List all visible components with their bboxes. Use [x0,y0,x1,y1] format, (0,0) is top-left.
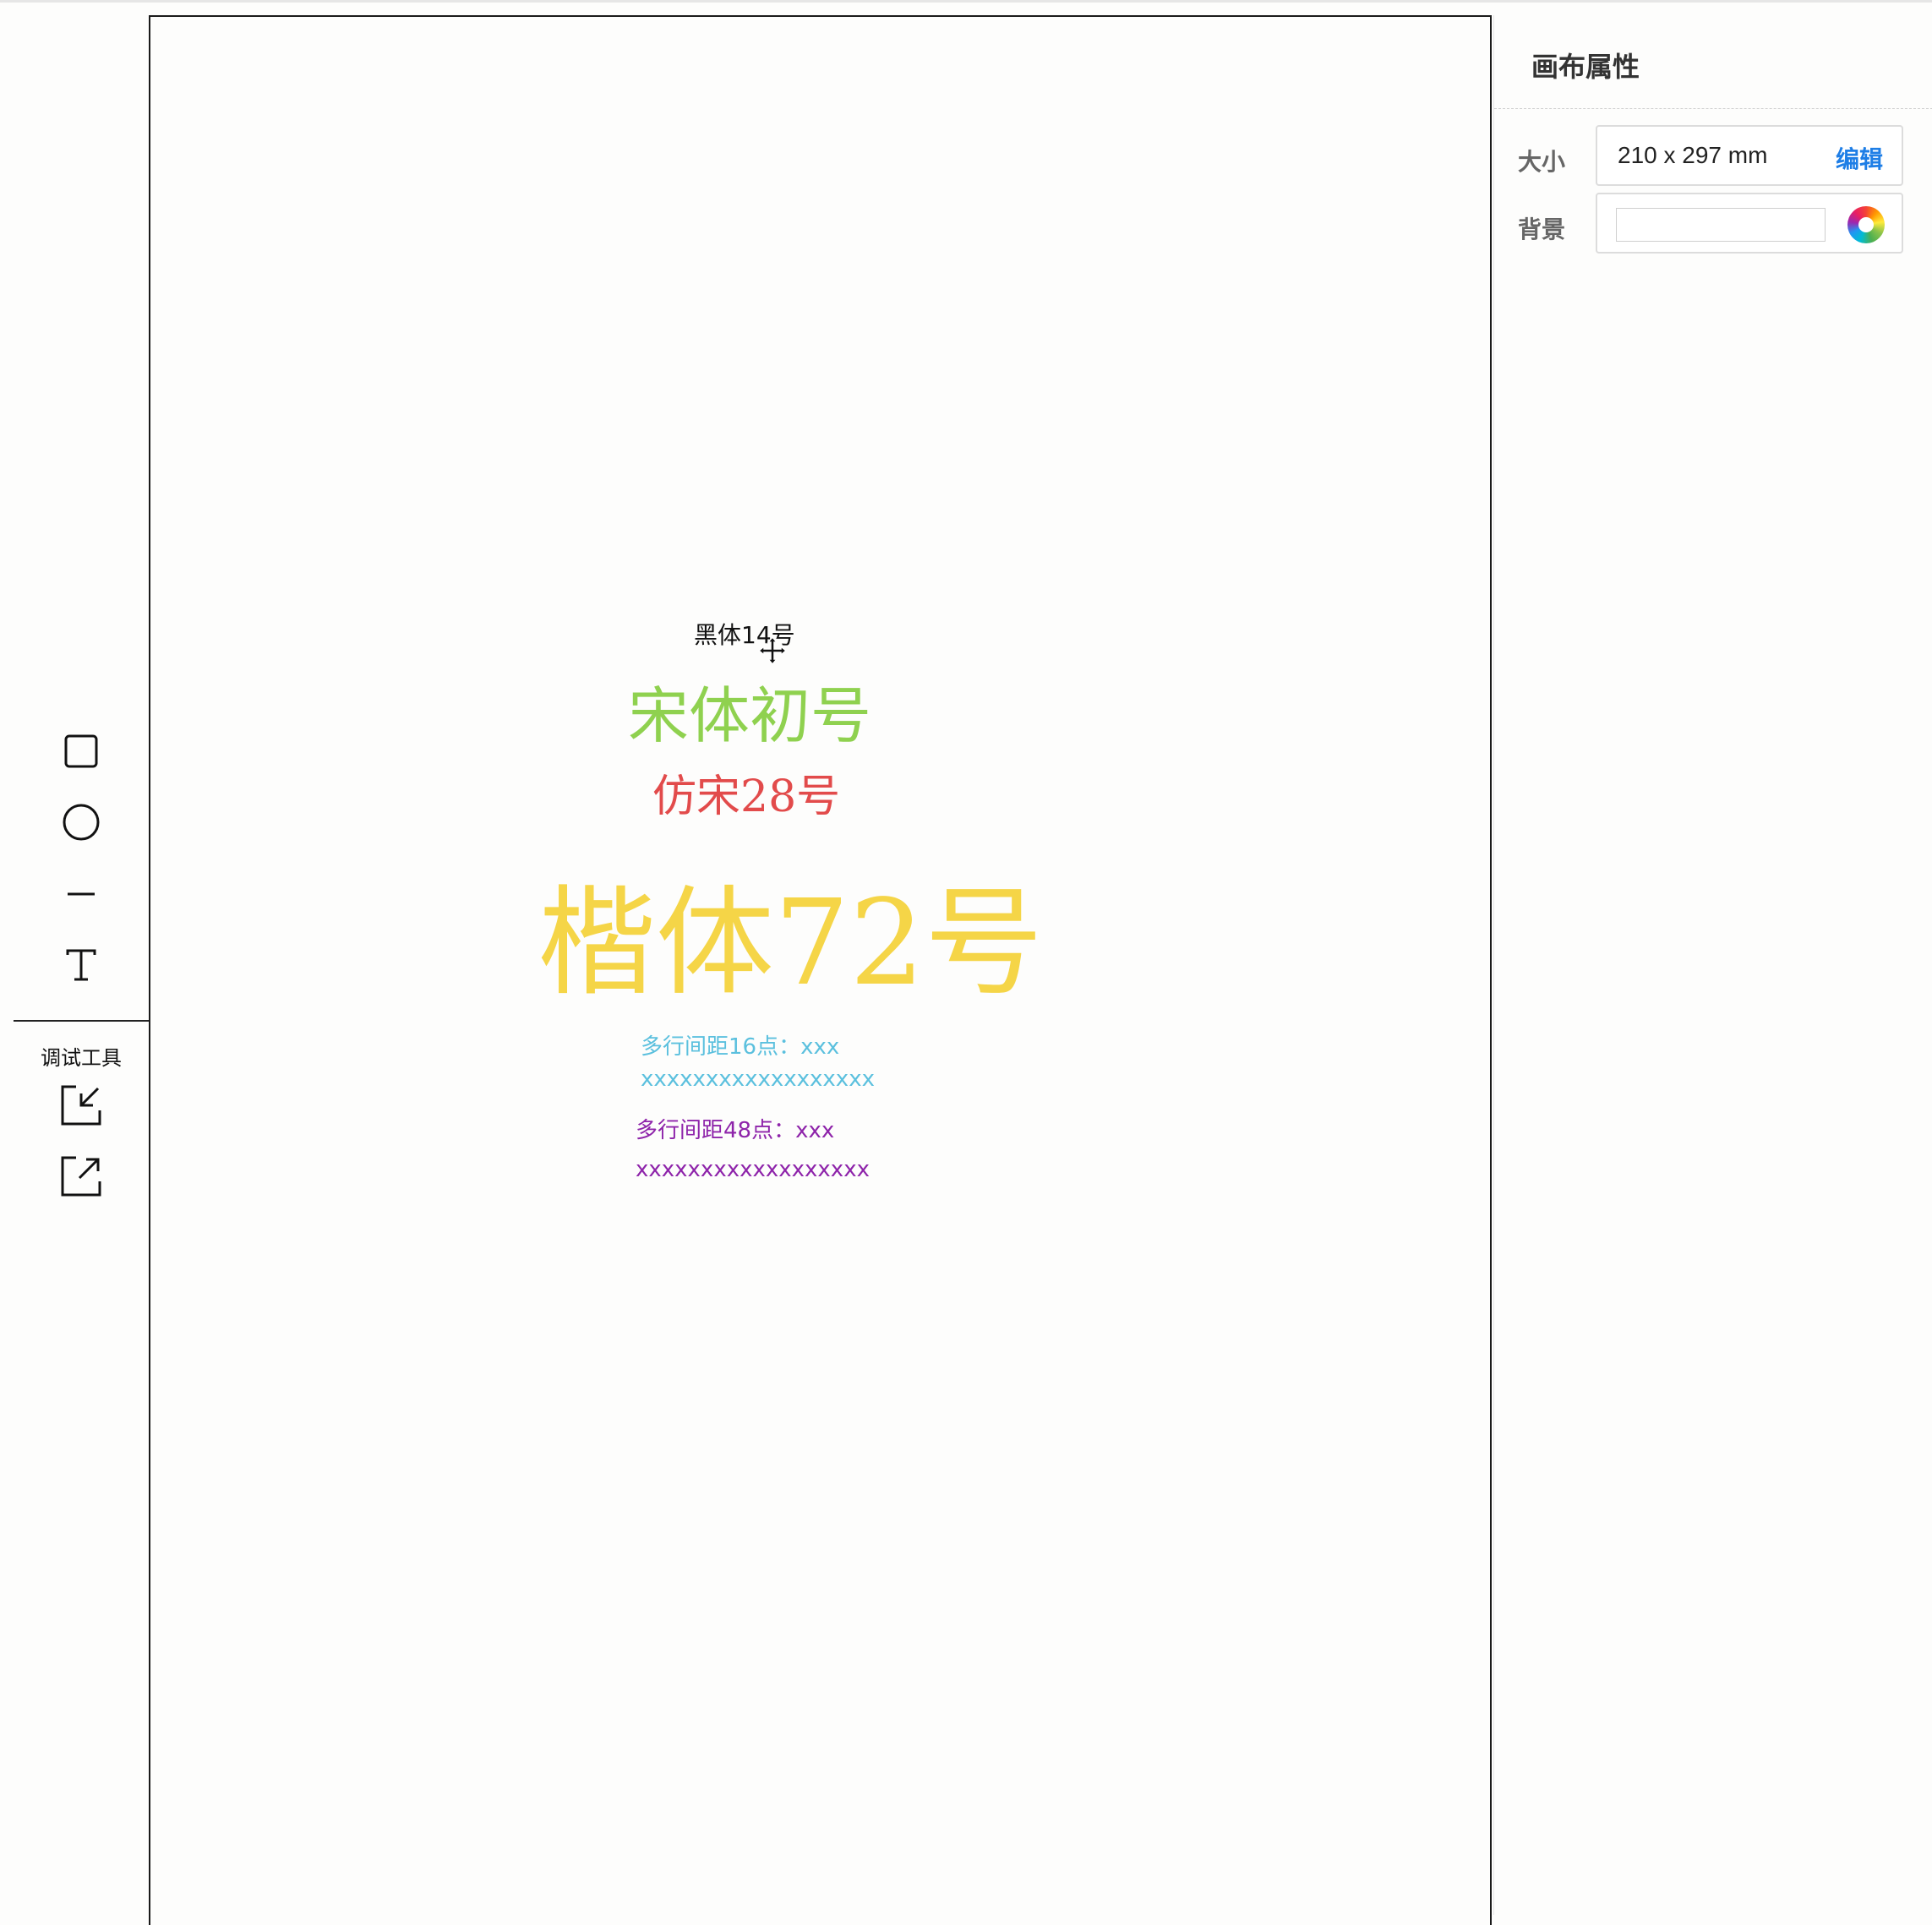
rectangle-tool-button[interactable] [47,717,115,785]
properties-panel: 画布属性 大小 210 x 297 mm 编辑 背景 [1493,15,1932,1915]
line-icon [68,892,95,896]
import-tool-button[interactable] [47,1072,115,1139]
panel-divider [1494,108,1932,109]
text-multiline-16[interactable]: 多行间距16点：xxx xxxxxxxxxxxxxxxxxx [641,1031,875,1095]
move-cursor-icon [757,635,788,666]
color-picker-icon[interactable] [1847,206,1885,243]
circle-icon [63,804,100,841]
background-label: 背景 [1518,215,1566,243]
text-tool-button[interactable] [47,931,115,999]
background-color-input[interactable] [1616,208,1826,242]
import-arrow-icon [61,1085,101,1126]
text-multiline-48[interactable]: 多行间距48点：xxx xxxxxxxxxxxxxxxxxx [636,1111,870,1189]
text-fangsong[interactable]: 仿宋28号 [652,761,840,824]
square-icon [64,734,98,768]
drawing-canvas[interactable]: 黑体14号 宋体初号 仿宋28号 楷体72号 多行间距16点：xxx xxxxx… [149,15,1492,1925]
left-toolbar: 调试工具 [0,0,149,1915]
text-multiline-48-line2: xxxxxxxxxxxxxxxxxx [636,1157,870,1182]
edit-size-button[interactable]: 编辑 [1836,141,1883,175]
text-multiline-16-line2: xxxxxxxxxxxxxxxxxx [641,1066,875,1092]
ellipse-tool-button[interactable] [47,788,115,856]
size-value: 210 x 297 mm [1618,142,1768,168]
panel-title: 画布属性 [1531,51,1640,83]
size-field: 210 x 297 mm 编辑 [1596,125,1903,186]
text-multiline-48-line1: 多行间距48点：xxx [636,1118,835,1143]
text-kaiti[interactable]: 楷体72号 [538,848,1043,1018]
export-arrow-icon [61,1156,101,1197]
top-border [0,0,1932,3]
export-tool-button[interactable] [47,1142,115,1210]
debug-tools-label: 调试工具 [41,1046,122,1070]
toolbar-divider [14,1020,149,1022]
text-t-icon [66,949,96,981]
text-multiline-16-line1: 多行间距16点：xxx [641,1034,840,1060]
size-label: 大小 [1518,148,1566,176]
line-tool-button[interactable] [47,860,115,928]
text-songti[interactable]: 宋体初号 [628,666,871,755]
background-field [1596,193,1903,254]
